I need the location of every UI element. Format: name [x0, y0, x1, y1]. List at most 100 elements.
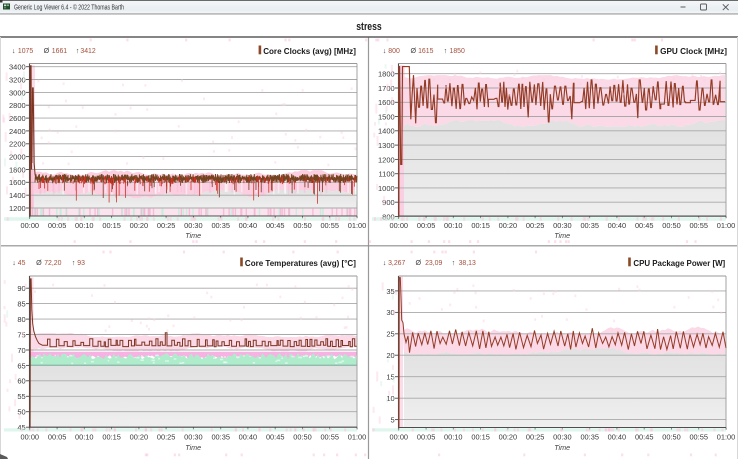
- svg-text:55: 55: [17, 392, 25, 401]
- svg-text:00:00: 00:00: [390, 221, 409, 230]
- svg-text:01:00: 01:00: [348, 221, 367, 230]
- svg-text:00:45: 00:45: [635, 221, 654, 230]
- svg-text:Core Clocks (avg) [MHz]: Core Clocks (avg) [MHz]: [263, 46, 356, 56]
- svg-text:1000: 1000: [378, 184, 395, 193]
- svg-text:Time: Time: [185, 443, 201, 452]
- svg-text:2400: 2400: [9, 127, 26, 136]
- svg-text:00:40: 00:40: [239, 221, 258, 230]
- svg-text:↓: ↓: [12, 46, 16, 55]
- svg-text:↑: ↑: [444, 46, 448, 55]
- svg-text:5: 5: [391, 416, 395, 425]
- svg-text:00:15: 00:15: [471, 433, 490, 442]
- svg-text:1400: 1400: [9, 191, 26, 200]
- svg-text:72,20: 72,20: [44, 260, 61, 267]
- svg-text:1615: 1615: [418, 48, 433, 55]
- svg-text:CPU Package Power [W]: CPU Package Power [W]: [633, 258, 725, 268]
- svg-text:00:15: 00:15: [102, 433, 121, 442]
- svg-text:00:45: 00:45: [635, 433, 654, 442]
- svg-text:3000: 3000: [9, 88, 26, 97]
- svg-text:00:30: 00:30: [553, 221, 572, 230]
- svg-text:Ø: Ø: [44, 46, 50, 55]
- svg-text:↓: ↓: [12, 258, 16, 267]
- svg-text:00:10: 00:10: [444, 433, 463, 442]
- svg-text:1850: 1850: [450, 48, 465, 55]
- svg-text:1500: 1500: [378, 112, 395, 121]
- svg-text:Generic Log Viewer 6.4 - © 2: Generic Log Viewer 6.4 - © 2022 Thomas B…: [14, 4, 124, 12]
- svg-text:35: 35: [386, 287, 394, 296]
- svg-text:00:50: 00:50: [293, 433, 312, 442]
- svg-text:70: 70: [17, 346, 25, 355]
- svg-text:00:15: 00:15: [471, 221, 490, 230]
- svg-text:00:50: 00:50: [293, 221, 312, 230]
- svg-text:00:35: 00:35: [580, 221, 599, 230]
- svg-text:45: 45: [18, 260, 26, 267]
- svg-text:00:10: 00:10: [444, 221, 463, 230]
- svg-text:00:20: 00:20: [499, 433, 518, 442]
- svg-text:00:40: 00:40: [608, 433, 627, 442]
- svg-text:00:00: 00:00: [21, 221, 40, 230]
- svg-text:65: 65: [17, 361, 25, 370]
- svg-text:2200: 2200: [9, 140, 26, 149]
- svg-text:00:30: 00:30: [553, 433, 572, 442]
- svg-text:3412: 3412: [80, 48, 95, 55]
- svg-text:↓: ↓: [383, 46, 387, 55]
- svg-text:85: 85: [17, 300, 25, 309]
- svg-text:25: 25: [386, 330, 394, 339]
- svg-text:80: 80: [17, 315, 25, 324]
- svg-text:↑: ↑: [452, 258, 456, 267]
- svg-text:00:05: 00:05: [417, 221, 436, 230]
- svg-text:800: 800: [388, 48, 400, 55]
- svg-text:90: 90: [17, 284, 25, 293]
- svg-text:Core Temperatures (avg) [°C]: Core Temperatures (avg) [°C]: [245, 258, 356, 268]
- svg-text:1200: 1200: [9, 204, 26, 213]
- svg-text:00:55: 00:55: [320, 221, 339, 230]
- svg-text:2600: 2600: [9, 114, 26, 123]
- svg-text:00:55: 00:55: [689, 433, 708, 442]
- svg-text:00:45: 00:45: [266, 221, 285, 230]
- svg-text:00:00: 00:00: [390, 433, 409, 442]
- svg-text:00:25: 00:25: [526, 221, 545, 230]
- svg-text:3,267: 3,267: [388, 260, 405, 267]
- svg-text:↑: ↑: [72, 258, 76, 267]
- svg-text:1661: 1661: [52, 48, 67, 55]
- svg-text:00:20: 00:20: [499, 221, 518, 230]
- svg-text:↑: ↑: [76, 46, 80, 55]
- svg-text:00:50: 00:50: [662, 433, 681, 442]
- svg-text:23,09: 23,09: [425, 260, 442, 267]
- svg-text:75: 75: [17, 330, 25, 339]
- svg-text:3400: 3400: [9, 63, 26, 72]
- svg-text:Ø: Ø: [411, 46, 417, 55]
- svg-text:Time: Time: [554, 231, 570, 240]
- svg-text:1600: 1600: [9, 178, 26, 187]
- svg-text:Time: Time: [185, 231, 201, 240]
- svg-text:Ø: Ø: [416, 258, 422, 267]
- svg-text:00:00: 00:00: [21, 433, 40, 442]
- svg-text:01:00: 01:00: [348, 433, 367, 442]
- svg-text:00:25: 00:25: [526, 433, 545, 442]
- svg-text:00:20: 00:20: [130, 221, 149, 230]
- svg-text:1200: 1200: [378, 155, 395, 164]
- svg-text:Ø: Ø: [36, 258, 42, 267]
- svg-text:1075: 1075: [18, 48, 33, 55]
- svg-text:00:50: 00:50: [662, 221, 681, 230]
- svg-text:GPU Clock [MHz]: GPU Clock [MHz]: [660, 46, 727, 56]
- svg-text:2800: 2800: [9, 101, 26, 110]
- svg-text:00:35: 00:35: [211, 221, 230, 230]
- svg-text:↓: ↓: [383, 258, 387, 267]
- svg-text:20: 20: [386, 351, 394, 360]
- svg-text:00:30: 00:30: [184, 221, 203, 230]
- svg-text:93: 93: [77, 260, 85, 267]
- svg-text:01:00: 01:00: [717, 433, 736, 442]
- svg-text:00:35: 00:35: [580, 433, 599, 442]
- svg-text:1300: 1300: [378, 141, 395, 150]
- svg-text:00:05: 00:05: [417, 433, 436, 442]
- svg-text:60: 60: [17, 377, 25, 386]
- svg-text:1100: 1100: [379, 170, 395, 179]
- svg-text:1400: 1400: [378, 127, 395, 136]
- svg-text:00:45: 00:45: [266, 433, 285, 442]
- svg-text:00:55: 00:55: [320, 433, 339, 442]
- svg-text:00:40: 00:40: [608, 221, 627, 230]
- svg-text:00:35: 00:35: [211, 433, 230, 442]
- svg-text:00:25: 00:25: [157, 221, 176, 230]
- svg-text:38,13: 38,13: [459, 260, 476, 267]
